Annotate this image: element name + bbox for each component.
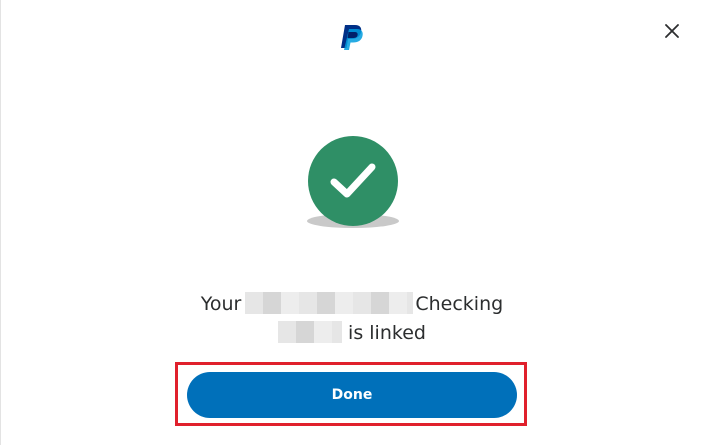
message-prefix: Your: [200, 293, 242, 315]
link-success-dialog: Your Checking is linked Done: [0, 0, 702, 445]
paypal-logo: [341, 25, 363, 50]
message-suffix: is linked: [348, 322, 426, 344]
checkmark-icon: [330, 163, 376, 198]
close-icon: [665, 24, 679, 38]
redacted-account-number: [278, 321, 343, 343]
success-indicator: [301, 134, 405, 230]
link-status-message: Your Checking is linked: [1, 290, 702, 348]
redacted-bank-name: [245, 292, 414, 314]
close-button[interactable]: [661, 20, 683, 42]
success-circle: [308, 136, 398, 226]
message-account-type: Checking: [415, 293, 504, 315]
done-button[interactable]: Done: [187, 372, 517, 418]
